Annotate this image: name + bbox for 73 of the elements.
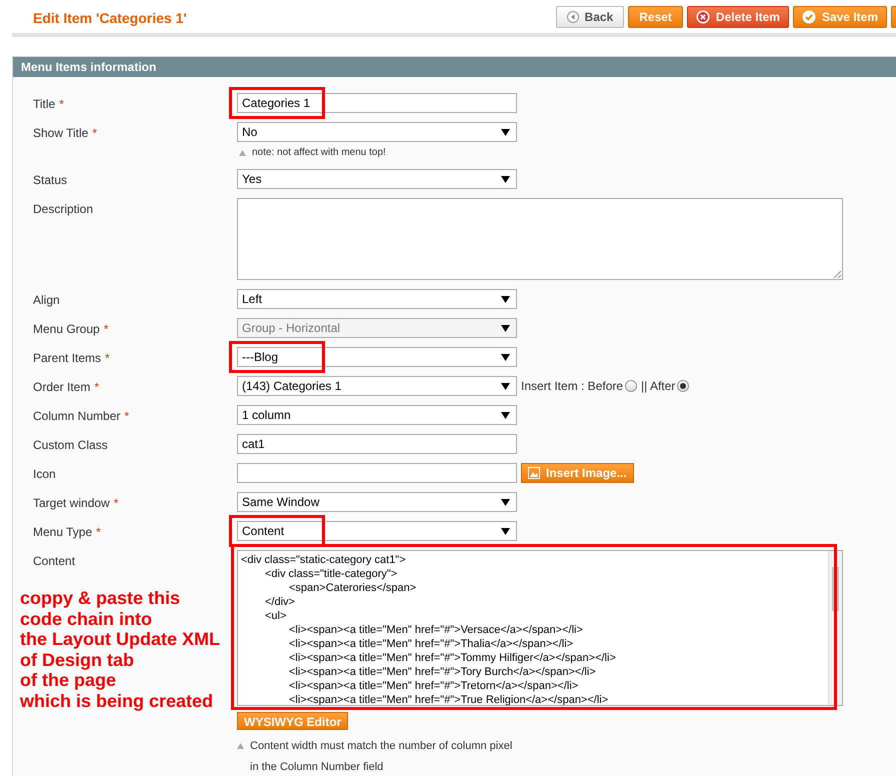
dropdown[interactable]: Left — [237, 289, 517, 309]
resize-handle-icon — [833, 270, 841, 278]
field-label: Target window — [33, 495, 110, 512]
image-icon — [528, 467, 540, 479]
code-line: <li><span><a title="Men" href="#">Tory Burch</a></span></li> — [288, 665, 596, 679]
dropdown-arrow-icon — [501, 412, 510, 418]
dropdown-arrow-icon — [501, 128, 510, 136]
field-note: Content width must match the number of column pixel — [250, 739, 512, 754]
code-line: <span>Caterories</span> — [288, 581, 416, 595]
field-label: Show Title — [33, 125, 88, 142]
required-marker: * — [124, 408, 130, 425]
back-button[interactable]: Back — [556, 6, 624, 28]
field-note: in the Column Number field — [250, 760, 384, 774]
code-line: <div class="title-category"> — [264, 567, 398, 581]
dropdown[interactable]: (143) Categories 1 — [237, 376, 517, 396]
text-field[interactable]: Categories 1 — [237, 93, 517, 113]
field-label: Column Number — [33, 408, 120, 425]
required-marker: * — [104, 321, 108, 338]
close-icon — [696, 10, 710, 24]
dropdown[interactable]: No — [237, 122, 517, 142]
code-line: <li><span><a title="Men" href="#">Tretorn</a></span></li> — [288, 679, 578, 693]
dropdown-arrow-icon — [501, 324, 510, 332]
dropdown-arrow-icon — [501, 528, 510, 534]
field-label: Menu Group — [33, 321, 100, 338]
field-label: Align — [33, 292, 60, 309]
radio-label: Insert Item : Before — [521, 378, 624, 395]
dropdown[interactable]: ---Blog — [237, 347, 517, 367]
field-label: Custom Class — [33, 437, 108, 454]
field-label: Order Item — [33, 379, 90, 396]
note-arrow-icon — [239, 150, 246, 156]
dropdown-arrow-icon — [501, 354, 510, 360]
required-marker: * — [92, 125, 98, 142]
dropdown[interactable]: Content — [237, 521, 517, 541]
field-label: Title — [33, 96, 56, 113]
note-arrow-icon — [237, 743, 244, 750]
code-line: </div> — [264, 595, 295, 609]
dropdown[interactable]: Yes — [237, 169, 517, 189]
dropdown-arrow-icon — [501, 498, 510, 506]
required-marker: * — [114, 495, 118, 512]
dropdown-arrow-icon — [501, 176, 510, 182]
back-icon — [566, 10, 579, 22]
field-label: Content — [33, 553, 76, 570]
field-note: note: not affect with menu top! — [252, 146, 386, 160]
code-line: <ul> — [264, 609, 286, 623]
radio-label: || After — [641, 378, 676, 395]
code-line: <li><span><a title="Men" href="#">Tommy Hilfiger</a></span></li> — [288, 651, 616, 665]
field-label: Icon — [33, 466, 56, 483]
required-marker: * — [94, 379, 100, 396]
dropdown[interactable]: 1 column — [237, 405, 517, 425]
field-label: Description — [33, 201, 94, 218]
code-line: <li><span><a title="Men" href="#">Thalia</a></span></li> — [288, 637, 574, 651]
check-icon — [802, 10, 816, 24]
annotation-text: coppy & paste this code chain into the Layout Update XML of Design tab of the page which is being created — [20, 588, 222, 711]
dropdown-arrow-icon — [501, 296, 510, 302]
dropdown[interactable]: Same Window — [237, 492, 517, 512]
text-field[interactable]: cat1 — [237, 434, 517, 454]
code-line: <li><span><a title="Men" href="#">True Religion</a></span></li> — [288, 693, 608, 705]
dropdown-arrow-icon — [501, 382, 510, 390]
field-label: Menu Type — [33, 524, 92, 541]
description-field[interactable] — [237, 198, 843, 280]
partial-button[interactable] — [891, 6, 896, 28]
field-label: Parent Items — [33, 350, 102, 367]
code-line: <div class="static-category cat1"> — [241, 553, 406, 567]
required-marker: * — [59, 96, 64, 113]
section-header: Menu Items information — [13, 57, 896, 77]
field-label: Status — [33, 172, 68, 189]
page-title: Edit Item 'Categories 1' — [33, 9, 187, 28]
radio-button[interactable] — [677, 380, 690, 392]
code-line: <li><span><a title="Men" href="#">Versace</a></span></li> — [288, 623, 583, 637]
required-marker: * — [96, 524, 101, 541]
required-marker: * — [105, 350, 110, 367]
radio-button[interactable] — [625, 380, 638, 392]
text-field[interactable] — [237, 463, 517, 483]
